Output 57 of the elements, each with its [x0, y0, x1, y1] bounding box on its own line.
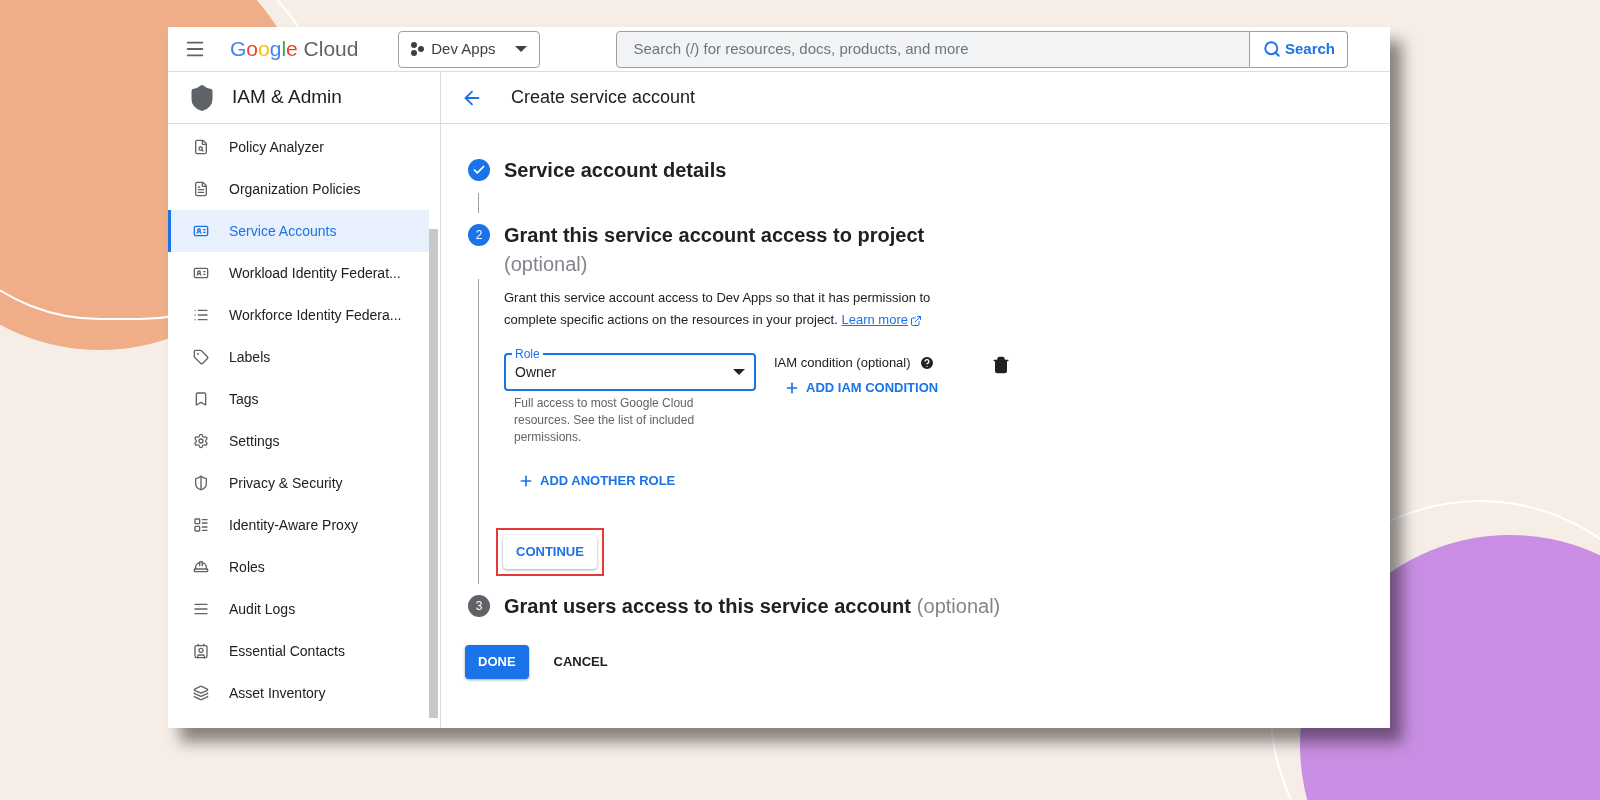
sidebar-item[interactable]: Organization Policies: [168, 168, 429, 210]
sidebar-item[interactable]: Asset Inventory: [168, 672, 429, 714]
external-link-icon: [909, 314, 922, 327]
continue-button[interactable]: CONTINUE: [503, 535, 597, 569]
tag-icon: [193, 349, 209, 365]
help-icon[interactable]: [918, 354, 935, 371]
sidebar-item[interactable]: Policy Analyzer: [168, 126, 429, 168]
optional-label: (optional): [916, 594, 1001, 619]
page-title: Create service account: [511, 86, 696, 109]
lines-icon: [193, 601, 209, 617]
sidebar-item[interactable]: Roles: [168, 546, 429, 588]
step-title: Service account details: [504, 158, 727, 183]
hat-icon: [193, 559, 209, 575]
delete-icon[interactable]: [992, 356, 1010, 374]
sidebar-item[interactable]: Privacy & Security: [168, 462, 429, 504]
dropdown-caret-icon: [515, 46, 528, 52]
id-card-icon: [193, 223, 209, 239]
sidebar-item[interactable]: Labels: [168, 336, 429, 378]
step-number: 3: [468, 595, 490, 617]
sidebar-item[interactable]: Essential Contacts: [168, 630, 429, 672]
panel-icon: [193, 517, 209, 533]
search-icon: [1262, 40, 1281, 58]
document-icon: [193, 181, 209, 197]
cancel-button[interactable]: CANCEL: [538, 645, 623, 679]
settings-icon: [193, 433, 209, 449]
shield-icon: [193, 475, 209, 491]
label-icon: [193, 391, 209, 407]
optional-label: (optional): [504, 252, 589, 277]
document-search-icon: [193, 139, 209, 155]
list-icon: [193, 307, 209, 323]
contact-card-icon: [193, 643, 209, 659]
add-role-button[interactable]: ADD ANOTHER ROLE: [504, 468, 690, 494]
project-picker[interactable]: Dev Apps: [398, 30, 541, 68]
sidebar-item[interactable]: Workforce Identity Federa...: [168, 294, 429, 336]
section-title: IAM & Admin: [232, 85, 342, 110]
dropdown-caret-icon: [733, 369, 745, 375]
step-title: Grant users access to this service account: [504, 594, 911, 619]
sidebar-item[interactable]: Tags: [168, 378, 429, 420]
sidebar-item[interactable]: Service Accounts: [168, 210, 429, 252]
role-hint: Full access to most Google Cloud resources. See the list of included permissions.: [513, 395, 696, 446]
done-button[interactable]: DONE: [465, 645, 529, 679]
sidebar-item[interactable]: Audit Logs: [168, 588, 429, 630]
search-button[interactable]: Search: [1250, 30, 1349, 68]
layers-icon: [193, 685, 209, 701]
sidebar-item[interactable]: Identity-Aware Proxy: [168, 504, 429, 546]
search-field[interactable]: Search (/) for resources, docs, products, and more: [616, 30, 1251, 68]
step-description: Grant this service account access to Dev Apps so that it has permission to complete specific actions on the resources in your project. Learn more: [504, 289, 932, 329]
learn-more-link[interactable]: Learn more: [841, 312, 922, 327]
condition-label: IAM condition (optional): [774, 354, 911, 372]
step-title: Grant this service account access to project: [504, 223, 925, 248]
add-condition-button[interactable]: ADD IAM CONDITION: [774, 376, 974, 399]
id-card-icon: [193, 265, 209, 281]
step-number: 2: [468, 224, 490, 246]
sidebar-item[interactable]: Settings: [168, 420, 429, 462]
sidebar-item[interactable]: Workload Identity Federat...: [168, 252, 429, 294]
logo: Google Cloud: [230, 36, 359, 63]
plus-icon: [518, 473, 534, 489]
